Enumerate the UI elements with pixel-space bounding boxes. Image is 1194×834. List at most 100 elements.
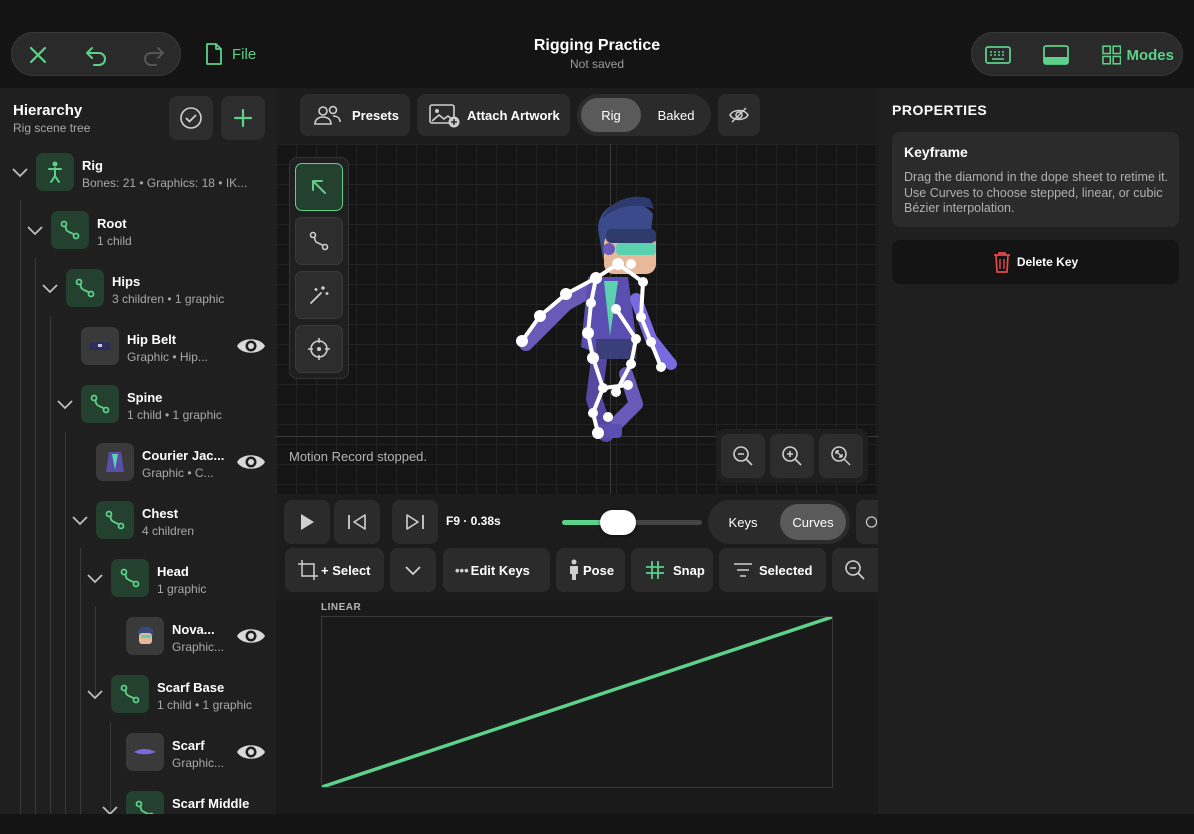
node-meta: Graphic • C...: [142, 466, 214, 480]
bone-icon: [81, 385, 119, 423]
selected-filter-button[interactable]: Selected: [719, 548, 826, 592]
keyframe-card-text: Drag the diamond in the dope sheet to re…: [904, 170, 1169, 215]
timeline-zoom-button[interactable]: [832, 548, 878, 592]
edit-keys-button[interactable]: ••• Edit Keys: [443, 548, 550, 592]
pose-button[interactable]: Pose: [556, 548, 625, 592]
tree-node-scarf-base[interactable]: Scarf Base 1 child • 1 graphic: [0, 665, 276, 723]
tree-node-head[interactable]: Head 1 graphic: [0, 549, 276, 607]
keys-option[interactable]: Keys: [712, 504, 774, 540]
bone-tool[interactable]: [295, 217, 343, 265]
select-tool[interactable]: [295, 163, 343, 211]
tree-node-scarf[interactable]: Scarf Graphic...: [0, 723, 276, 781]
node-meta: 3 children • 1 graphic: [112, 292, 225, 306]
clock-icon: [865, 516, 878, 528]
zoom-fit-button[interactable]: [819, 434, 863, 478]
eye-icon[interactable]: [236, 625, 266, 647]
chevron-down-icon[interactable]: [25, 220, 45, 240]
select-dropdown-button[interactable]: [390, 548, 436, 592]
zoom-controls: [716, 429, 868, 483]
panel-icon[interactable]: [1040, 39, 1072, 71]
visibility-toggle-button[interactable]: [718, 94, 760, 136]
node-name: Head: [157, 564, 189, 579]
eye-icon[interactable]: [236, 335, 266, 357]
timeline-controls: F9 · 0.38s Keys Curves + Select ••• Edit…: [276, 494, 878, 600]
interpolation-label: LINEAR: [321, 602, 362, 613]
magic-wand-icon: [310, 286, 329, 304]
previous-frame-button[interactable]: [334, 500, 380, 544]
tree-node-hip-belt[interactable]: Hip Belt Graphic • Hip...: [0, 317, 276, 375]
tree-node-chest[interactable]: Chest 4 children: [0, 491, 276, 549]
snap-button[interactable]: Snap: [631, 548, 713, 592]
chevron-down-icon[interactable]: [10, 162, 30, 182]
play-icon: [301, 514, 314, 530]
chevron-down-icon[interactable]: [70, 510, 90, 530]
baked-option[interactable]: Baked: [645, 98, 707, 132]
chevron-down-icon[interactable]: [85, 684, 105, 704]
node-name: Scarf Middle: [172, 796, 250, 811]
node-meta: Graphic...: [172, 640, 225, 654]
zoom-in-icon: [782, 446, 802, 466]
crosshair-icon: [308, 338, 330, 360]
presets-button[interactable]: Presets: [300, 94, 410, 136]
keyboard-icon[interactable]: [982, 39, 1014, 71]
scrubber-handle[interactable]: [600, 510, 636, 535]
zoom-out-button[interactable]: [721, 434, 765, 478]
node-name: Courier Jac...: [142, 448, 225, 463]
node-meta: 1 child • 1 graphic: [127, 408, 222, 422]
chevron-down-icon[interactable]: [85, 568, 105, 588]
zoom-in-button[interactable]: [770, 434, 814, 478]
image-add-icon: [429, 104, 460, 128]
node-meta: Graphic...: [172, 756, 225, 770]
chevron-down-icon[interactable]: [100, 800, 120, 814]
eye-icon[interactable]: [236, 741, 266, 763]
filter-lines-icon: [734, 563, 752, 577]
top-bar: File Rigging Practice Not saved Modes: [0, 0, 1194, 88]
keyframe-card-title: Keyframe: [904, 144, 968, 160]
target-tool[interactable]: [295, 325, 343, 373]
chevron-down-icon[interactable]: [55, 394, 75, 414]
graphic-thumbnail: [126, 733, 164, 771]
bone-icon: [51, 211, 89, 249]
rig-viewport[interactable]: Motion Record stopped.: [276, 144, 878, 494]
viewport-toolbar: Presets Attach Artwork Rig Baked: [276, 88, 878, 144]
node-name: Scarf Base: [157, 680, 225, 695]
chevron-down-icon: [405, 566, 421, 576]
bone-icon: [66, 269, 104, 307]
tree-node-hips[interactable]: Hips 3 children • 1 graphic: [0, 259, 276, 317]
bottom-bar: [0, 814, 1194, 834]
tree-node-spine[interactable]: Spine 1 child • 1 graphic: [0, 375, 276, 433]
tree-node-rig[interactable]: Rig Bones: 21 • Graphics: 18 • IK...: [0, 143, 276, 201]
tree-node-root[interactable]: Root 1 child: [0, 201, 276, 259]
scrubber-track[interactable]: [562, 510, 702, 535]
step-back-icon: [348, 514, 366, 530]
confirm-button[interactable]: [169, 96, 213, 140]
delete-key-button[interactable]: Delete Key: [892, 240, 1179, 284]
curve-plot[interactable]: [321, 616, 833, 788]
tree-node-nova[interactable]: Nova... Graphic...: [0, 607, 276, 665]
add-node-button[interactable]: [221, 96, 265, 140]
chevron-down-icon[interactable]: [40, 278, 60, 298]
select-mode-button[interactable]: + Select: [285, 548, 384, 592]
bone-icon: [309, 231, 329, 251]
node-meta: 1 child: [97, 234, 132, 248]
attach-artwork-button[interactable]: Attach Artwork: [417, 94, 570, 136]
magic-wand-tool[interactable]: [295, 271, 343, 319]
step-forward-icon: [406, 514, 424, 530]
tree-node-courier-jacket[interactable]: Courier Jac... Graphic • C...: [0, 433, 276, 491]
play-button[interactable]: [284, 500, 330, 544]
properties-title: PROPERTIES: [892, 102, 988, 118]
curves-option[interactable]: Curves: [780, 504, 846, 540]
rig-option[interactable]: Rig: [581, 98, 641, 132]
users-icon: [314, 105, 341, 125]
eye-icon[interactable]: [236, 451, 266, 473]
keyframe-card: Keyframe Drag the diamond in the dope sh…: [892, 132, 1179, 227]
rig-baked-toggle: Rig Baked: [577, 94, 711, 136]
timeline-more-button[interactable]: [856, 500, 878, 544]
next-frame-button[interactable]: [392, 500, 438, 544]
presets-label: Presets: [352, 107, 399, 123]
check-circle-icon: [180, 107, 202, 129]
modes-button[interactable]: Modes: [1102, 39, 1174, 71]
view-controls: Modes: [971, 32, 1183, 76]
person-icon: [570, 559, 578, 580]
tree-node-scarf-middle[interactable]: Scarf Middle: [0, 781, 276, 814]
